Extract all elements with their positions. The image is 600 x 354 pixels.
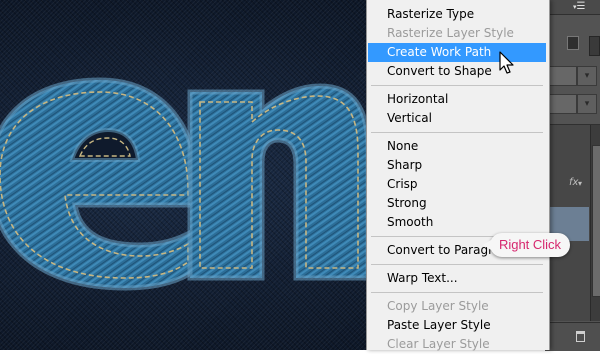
layers-panel: ▾☰ ▾ ▾ fx ▾: [545, 0, 600, 351]
menu-separator: [371, 292, 543, 293]
opacity-field[interactable]: [547, 94, 577, 114]
menu-separator: [371, 264, 543, 265]
callout-label: Right Click: [498, 237, 562, 252]
layers-scrollbar[interactable]: [590, 125, 600, 321]
letter-n-shape: [187, 83, 371, 281]
trash-icon[interactable]: [576, 331, 585, 342]
menu-item-convert-to-shape[interactable]: Convert to Shape: [368, 62, 546, 81]
blend-mode-field[interactable]: [547, 66, 577, 86]
panel-toggle-button[interactable]: [589, 36, 600, 56]
menu-item-warp-text[interactable]: Warp Text...: [368, 269, 546, 288]
menu-item-clear-layer-style: Clear Layer Style: [387, 337, 490, 351]
menu-item-crisp[interactable]: Crisp: [368, 175, 546, 194]
menu-item-create-work-path[interactable]: Create Work Path: [368, 43, 546, 62]
chevron-down-icon[interactable]: ▾: [577, 66, 597, 86]
menu-separator: [371, 85, 543, 86]
layers-list: fx ▾: [545, 124, 600, 321]
mouse-pointer-icon: [499, 51, 514, 74]
menu-item-copy-layer-style: Copy Layer Style: [387, 299, 489, 313]
menu-item-vertical[interactable]: Vertical: [368, 109, 546, 128]
menu-item-strong[interactable]: Strong: [368, 194, 546, 213]
menu-item-rasterize-type[interactable]: Rasterize Type: [368, 5, 546, 24]
menu-item-horizontal[interactable]: Horizontal: [368, 90, 546, 109]
letter-e-shape: [0, 77, 201, 291]
panel-header: ▾☰: [545, 0, 600, 15]
chevron-down-icon[interactable]: ▾: [578, 179, 582, 188]
menu-item-sharp[interactable]: Sharp: [368, 156, 546, 175]
scrollbar-thumb[interactable]: [592, 145, 600, 297]
menu-item-none[interactable]: None: [368, 137, 546, 156]
menu-separator: [371, 132, 543, 133]
right-click-callout: Right Click: [483, 233, 570, 257]
opacity-row: ▾: [545, 92, 600, 114]
menu-item-smooth[interactable]: Smooth: [368, 213, 546, 232]
panel-footer: [545, 322, 600, 351]
chevron-down-icon[interactable]: ▾: [577, 94, 597, 114]
lock-icon[interactable]: [567, 36, 579, 50]
panel-menu-icon[interactable]: ▾☰: [573, 1, 585, 13]
menu-item-paste-layer-style[interactable]: Paste Layer Style: [368, 316, 546, 335]
blend-mode-row: ▾: [545, 64, 600, 86]
context-menu: Rasterize Type Rasterize Layer Style Creat…: [366, 0, 550, 351]
menu-item-rasterize-layer-style: Rasterize Layer Style: [387, 26, 514, 40]
